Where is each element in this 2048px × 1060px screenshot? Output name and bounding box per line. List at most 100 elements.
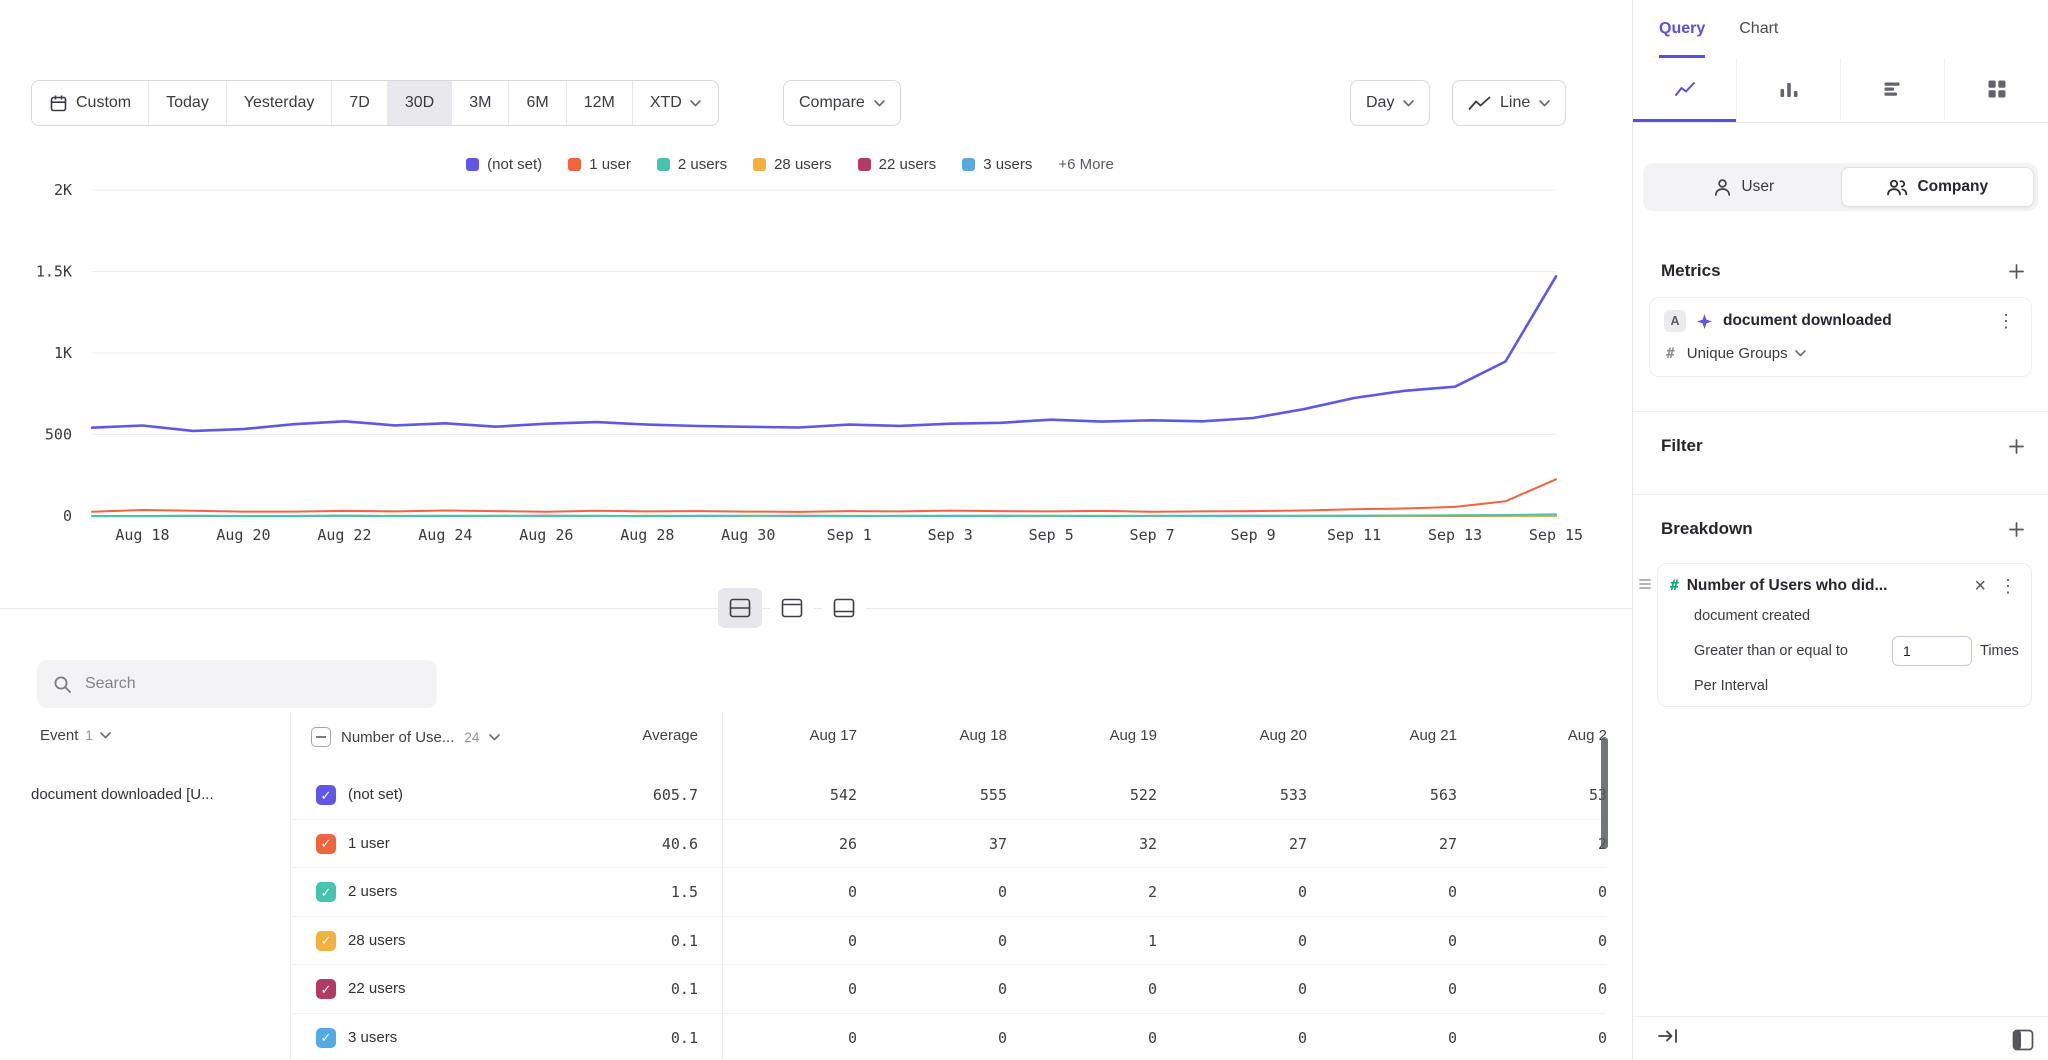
layout-chart-only-button[interactable] — [770, 588, 814, 628]
date-column-header[interactable]: Aug 17 — [707, 727, 857, 744]
breakdown-condition-select[interactable]: Greater than or equal to — [1694, 643, 1884, 659]
legend-item[interactable]: 28 users — [753, 156, 832, 173]
search-input[interactable] — [83, 674, 421, 694]
date-column-header[interactable]: Aug 19 — [1007, 727, 1157, 744]
add-breakdown-button[interactable] — [2004, 517, 2028, 541]
legend-item[interactable]: (not set) — [466, 156, 542, 173]
table-row[interactable]: ✓1 user40.626373227272 — [0, 820, 1632, 869]
entity-user-option[interactable]: User — [1647, 167, 1841, 207]
date-column-header[interactable]: Aug 20 — [1157, 727, 1307, 744]
chart-type-horizontal-bar-tab[interactable] — [1840, 58, 1944, 122]
range-7d-button[interactable]: 7D — [332, 81, 387, 125]
chart-only-icon — [781, 598, 803, 618]
legend-swatch — [657, 158, 670, 171]
series-line — [92, 479, 1556, 512]
series-checkbox[interactable]: ✓ — [316, 1028, 336, 1048]
metric-menu-button[interactable]: ⋮ — [1995, 312, 2017, 330]
range-xtd-button[interactable]: XTD — [633, 81, 718, 125]
legend-item[interactable]: 1 user — [568, 156, 631, 173]
side-panel-toggle-button[interactable] — [2012, 1029, 2034, 1056]
range-3m-button[interactable]: 3M — [452, 81, 509, 125]
range-today-button[interactable]: Today — [149, 81, 227, 125]
value-cell: 53 — [1457, 786, 1607, 804]
query-panel: Query Chart User Company Metrics — [1632, 0, 2048, 1060]
range-6m-button[interactable]: 6M — [509, 81, 566, 125]
legend-item[interactable]: 22 users — [858, 156, 937, 173]
average-column-header[interactable]: Average — [548, 727, 698, 744]
layout-table-only-button[interactable] — [822, 588, 866, 628]
chart-type-bar-tab[interactable] — [1736, 58, 1840, 122]
range-yesterday-button[interactable]: Yesterday — [227, 81, 333, 125]
range-custom-button[interactable]: Custom — [32, 81, 149, 125]
table-row[interactable]: ✓22 users0.1000000 — [0, 965, 1632, 1014]
svg-text:1.5K: 1.5K — [36, 263, 72, 281]
value-cell: 0 — [857, 980, 1007, 998]
chart-type-button[interactable]: Line — [1452, 80, 1566, 126]
metric-card[interactable]: A document downloaded ⋮ # Unique Groups — [1649, 297, 2032, 377]
sidebar-panel-icon — [2012, 1029, 2034, 1051]
breakdown-per-interval[interactable]: Per Interval — [1694, 678, 2019, 694]
vertical-scrollbar[interactable] — [1601, 737, 1608, 849]
breakdown-card[interactable]: # Number of Users who did... × ⋮ documen… — [1657, 563, 2032, 707]
drag-handle-icon[interactable] — [1639, 577, 1651, 596]
select-all-checkbox[interactable] — [311, 727, 331, 747]
add-filter-button[interactable] — [2004, 434, 2028, 458]
breakdown-unit-label: Times — [1980, 643, 2019, 659]
series-checkbox[interactable]: ✓ — [316, 979, 336, 999]
collapse-panel-button[interactable] — [1657, 1027, 1679, 1050]
date-column-header[interactable]: Aug 18 — [857, 727, 1007, 744]
table-row[interactable]: ✓(not set)605.754255552253356353 — [0, 771, 1632, 820]
date-column-header[interactable]: Aug 21 — [1307, 727, 1457, 744]
series-line — [92, 514, 1556, 516]
legend-swatch — [753, 158, 766, 171]
breakdown-event[interactable]: document created — [1694, 608, 2019, 624]
table-row[interactable]: ✓28 users0.1001000 — [0, 917, 1632, 966]
date-column-header[interactable]: Aug 2 — [1457, 727, 1607, 744]
entity-company-option[interactable]: Company — [1841, 167, 2035, 207]
legend-more[interactable]: +6 More — [1058, 156, 1113, 173]
series-checkbox[interactable]: ✓ — [316, 785, 336, 805]
legend-item[interactable]: 2 users — [657, 156, 727, 173]
svg-text:Aug 22: Aug 22 — [317, 526, 371, 544]
series-label: 22 users — [348, 980, 406, 997]
plus-icon — [2009, 439, 2024, 454]
svg-text:Sep 9: Sep 9 — [1231, 526, 1276, 544]
svg-text:Sep 5: Sep 5 — [1029, 526, 1074, 544]
chart-type-more-tab[interactable] — [1944, 58, 2048, 122]
series-column-header[interactable]: Number of Use... 24 — [311, 727, 500, 747]
svg-text:Aug 20: Aug 20 — [216, 526, 270, 544]
chevron-down-icon — [874, 100, 885, 107]
metric-event-name[interactable]: document downloaded — [1723, 312, 1985, 330]
chevron-down-icon — [1795, 350, 1806, 357]
series-checkbox[interactable]: ✓ — [316, 834, 336, 854]
table-row[interactable]: ✓2 users1.5002000 — [0, 868, 1632, 917]
legend-item[interactable]: 3 users — [962, 156, 1032, 173]
series-checkbox[interactable]: ✓ — [316, 882, 336, 902]
table-row[interactable]: ✓3 users0.1000000 — [0, 1014, 1632, 1060]
compare-button[interactable]: Compare — [783, 80, 901, 126]
range-30d-button[interactable]: 30D — [388, 81, 452, 125]
breakdown-menu-button[interactable]: ⋮ — [1997, 577, 2019, 595]
layout-split-button[interactable] — [718, 588, 762, 628]
svg-text:Sep 15: Sep 15 — [1529, 526, 1583, 544]
chart-type-line-tab[interactable] — [1633, 58, 1736, 122]
series-checkbox[interactable]: ✓ — [316, 931, 336, 951]
add-metric-button[interactable] — [2004, 259, 2028, 283]
value-cell: 0 — [857, 932, 1007, 950]
value-cell: 0 — [1457, 1029, 1607, 1047]
granularity-button[interactable]: Day — [1350, 80, 1430, 126]
breakdown-value-input[interactable] — [1892, 636, 1972, 666]
aggregation-select[interactable]: Unique Groups — [1687, 345, 1806, 362]
value-cell: 542 — [707, 786, 857, 804]
event-column-header[interactable]: Event 1 — [40, 727, 111, 744]
chevron-down-icon — [100, 732, 111, 739]
value-cell: 27 — [1157, 835, 1307, 853]
tab-chart[interactable]: Chart — [1739, 0, 1778, 58]
svg-text:0: 0 — [63, 507, 72, 525]
tab-query[interactable]: Query — [1659, 0, 1705, 58]
series-label: 2 users — [348, 883, 397, 900]
remove-breakdown-button[interactable]: × — [1971, 576, 1989, 596]
person-icon — [1713, 177, 1732, 197]
range-12m-button[interactable]: 12M — [567, 81, 633, 125]
collapse-right-icon — [1657, 1027, 1679, 1045]
